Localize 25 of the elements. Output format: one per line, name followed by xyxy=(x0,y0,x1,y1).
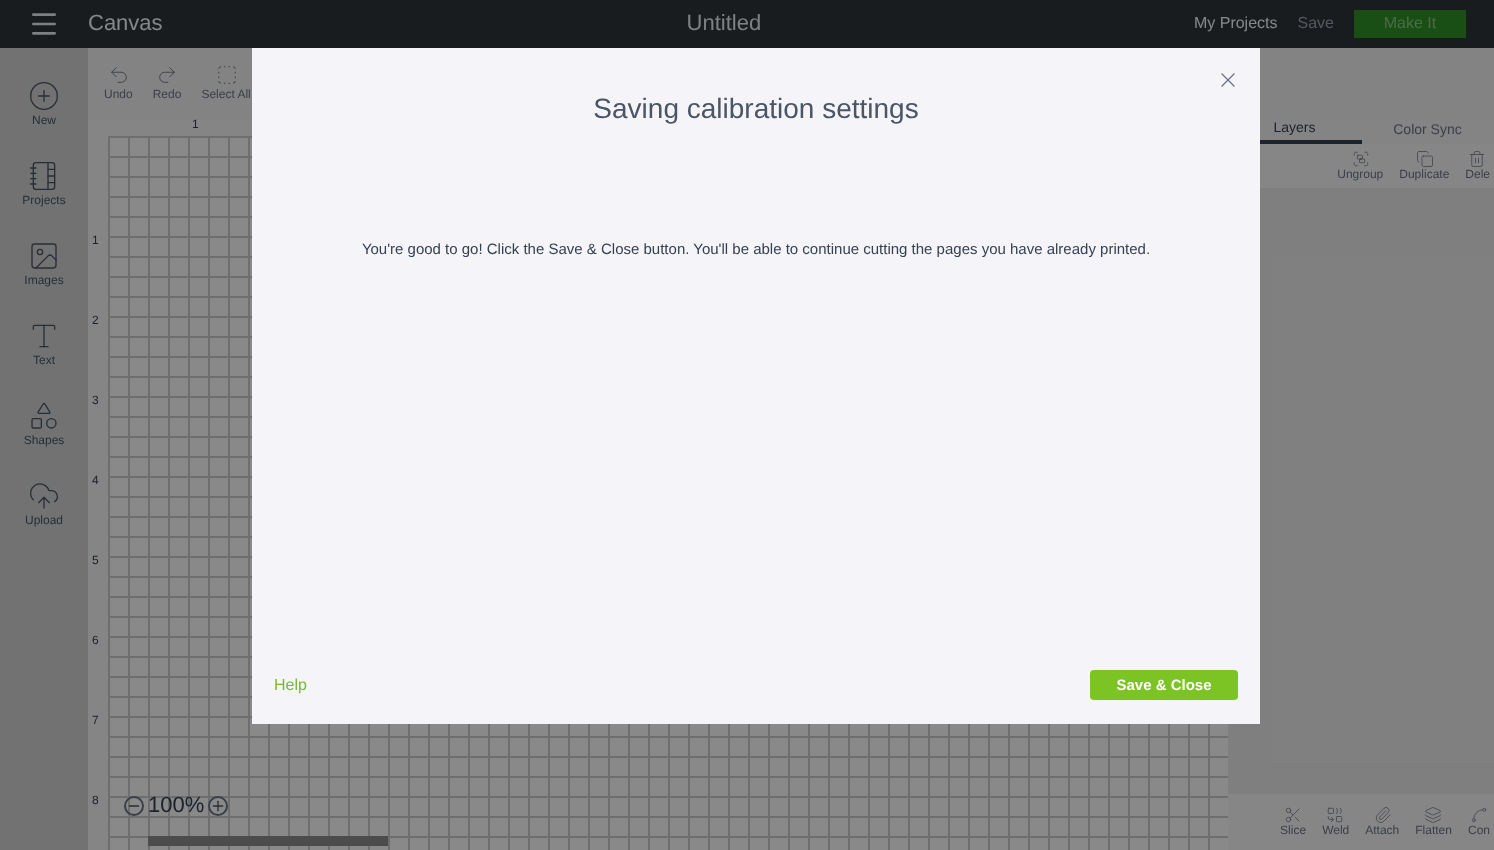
zoom-out-icon[interactable] xyxy=(124,795,144,816)
cloud-upload-icon xyxy=(27,480,60,512)
undo-icon xyxy=(107,64,130,86)
my-projects-link[interactable]: My Projects xyxy=(1193,12,1278,36)
menu-icon[interactable] xyxy=(28,8,60,40)
zoom-level: 100% xyxy=(148,791,205,821)
image-icon xyxy=(28,240,60,272)
dialog-title: Saving calibration settings xyxy=(593,90,919,128)
text-icon xyxy=(28,320,60,352)
shapes-icon xyxy=(27,400,60,432)
trash-icon xyxy=(1468,150,1487,168)
zoom-in-icon[interactable] xyxy=(208,795,229,816)
save-link[interactable]: Save xyxy=(1297,12,1334,36)
ungroup-icon xyxy=(1351,150,1370,168)
app-title: Canvas xyxy=(88,9,163,40)
slice-icon xyxy=(1284,806,1303,824)
duplicate-icon xyxy=(1415,150,1434,168)
close-icon[interactable] xyxy=(1216,68,1240,92)
plus-circle-icon xyxy=(28,80,60,112)
horizontal-scrollbar[interactable] xyxy=(148,836,388,846)
paperclip-icon xyxy=(1373,806,1392,824)
redo-icon xyxy=(156,64,179,86)
document-title: Untitled xyxy=(686,9,762,40)
help-link[interactable]: Help xyxy=(274,673,307,697)
notebook-icon xyxy=(28,160,60,192)
